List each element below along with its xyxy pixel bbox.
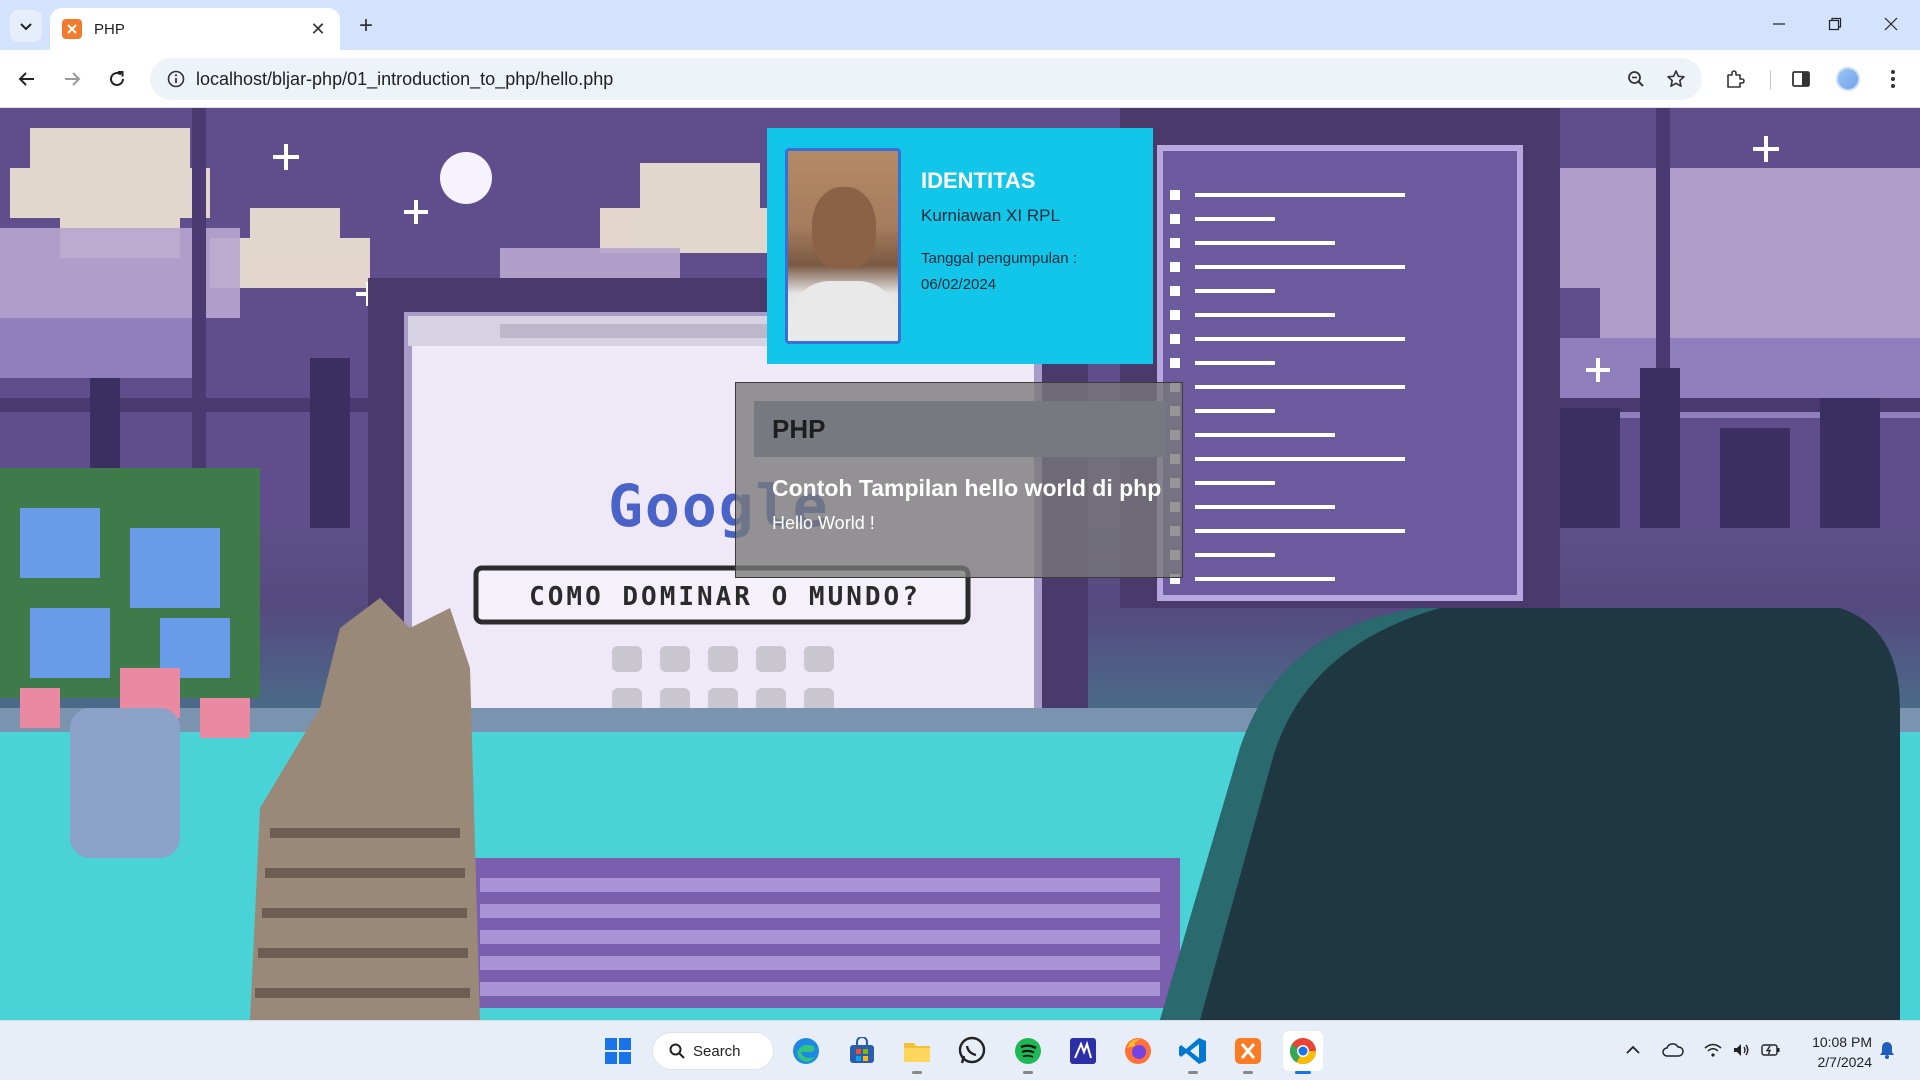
minimize-icon <box>1773 23 1785 25</box>
reload-button[interactable] <box>100 62 134 96</box>
profile-photo <box>785 148 901 344</box>
php-card-header: PHP <box>754 401 1166 457</box>
student-name: Kurniawan XI RPL <box>921 206 1060 225</box>
clock-time: 10:08 PM <box>1812 1034 1872 1050</box>
vscode-icon <box>1179 1038 1206 1064</box>
show-hidden-icons-button[interactable] <box>1618 1035 1648 1065</box>
taskbar-search[interactable]: Search <box>652 1032 774 1070</box>
submission-date-label: Tanggal pengumpulan : <box>921 250 1077 267</box>
cloud-icon <box>1662 1043 1684 1057</box>
battery-charging-icon <box>1761 1044 1780 1056</box>
whatsapp-icon <box>958 1036 986 1064</box>
puzzle-icon <box>1727 70 1745 88</box>
photo-shirt-shape <box>790 281 898 341</box>
arrow-right-icon <box>65 72 81 86</box>
store-app[interactable] <box>842 1031 882 1071</box>
bookmark-star-icon[interactable] <box>1656 59 1696 99</box>
spotify-icon <box>1015 1038 1041 1064</box>
identitas-card: IDENTITAS Kurniawan XI RPL Tanggal pengu… <box>767 128 1153 364</box>
submission-date: 06/02/2024 <box>921 276 997 293</box>
browser-toolbar: localhost/bljar-php/01_introduction_to_p… <box>0 50 1920 108</box>
chrome-icon <box>1289 1038 1317 1065</box>
running-indicator <box>1188 1071 1198 1074</box>
taskbar-clock[interactable]: 10:08 PM 2/7/2024 <box>1798 1032 1872 1072</box>
battery-button[interactable] <box>1756 1035 1786 1065</box>
running-indicator <box>912 1071 922 1074</box>
kebab-menu-icon <box>1891 70 1895 88</box>
side-panel-button[interactable] <box>1784 62 1818 96</box>
tab-title: PHP <box>94 20 125 38</box>
extensions-button[interactable] <box>1718 62 1752 96</box>
pixel-search-text: COMO DOMINAR O MUNDO? <box>529 582 921 612</box>
search-icon <box>669 1043 685 1059</box>
start-button[interactable] <box>598 1031 638 1071</box>
running-indicator <box>1243 1071 1253 1074</box>
running-indicator <box>1023 1071 1033 1074</box>
page-viewport: Google COMO DOMINAR O MUNDO? IDENTITAS K… <box>0 108 1920 1020</box>
php-card-title: Contoh Tampilan hello world di php <box>772 475 1162 501</box>
file-explorer-icon <box>904 1043 930 1062</box>
identitas-title: IDENTITAS <box>921 168 1036 193</box>
xampp-icon <box>1235 1038 1261 1064</box>
volume-button[interactable] <box>1726 1035 1756 1065</box>
tab-search-button[interactable] <box>10 10 42 42</box>
side-panel-icon <box>1792 71 1810 87</box>
avatar <box>1836 67 1860 91</box>
address-bar[interactable]: localhost/bljar-php/01_introduction_to_p… <box>150 58 1702 100</box>
xampp-app[interactable] <box>1228 1031 1268 1074</box>
firefox-icon <box>1125 1038 1151 1064</box>
running-indicator <box>1295 1071 1311 1074</box>
tab-strip: PHP ✕ + <box>0 0 1920 50</box>
windows-taskbar: Search 10:08 PM 2/7/2024 <box>0 1020 1920 1080</box>
wifi-icon <box>1704 1043 1722 1057</box>
notifications-button[interactable] <box>1872 1035 1902 1065</box>
spotify-app[interactable] <box>1008 1031 1048 1074</box>
php-card: PHP Contoh Tampilan hello world di php H… <box>735 382 1183 578</box>
new-tab-button[interactable]: + <box>352 12 380 40</box>
close-icon <box>1884 17 1898 31</box>
url-text[interactable]: localhost/bljar-php/01_introduction_to_p… <box>196 69 1616 90</box>
back-button[interactable] <box>10 62 44 96</box>
xampp-favicon-icon <box>62 19 82 39</box>
speaker-icon <box>1734 1044 1749 1056</box>
visual-studio-app[interactable] <box>1063 1031 1103 1071</box>
onedrive-button[interactable] <box>1658 1035 1688 1065</box>
arrow-left-icon <box>18 72 34 86</box>
edge-app[interactable] <box>786 1031 826 1071</box>
wifi-button[interactable] <box>1698 1035 1728 1065</box>
taskbar-search-label: Search <box>693 1042 741 1060</box>
edge-icon <box>793 1038 819 1064</box>
tab-close-icon[interactable]: ✕ <box>308 19 328 39</box>
bell-icon <box>1880 1042 1894 1059</box>
vscode-app[interactable] <box>1173 1031 1213 1074</box>
browser-tab-php[interactable]: PHP ✕ <box>50 8 340 50</box>
chair-shape <box>1160 608 1900 1020</box>
forward-button[interactable] <box>55 62 89 96</box>
profile-button[interactable] <box>1831 62 1865 96</box>
site-info-icon[interactable] <box>156 70 196 88</box>
zoom-icon[interactable] <box>1616 59 1656 99</box>
photo-face-shape <box>812 187 876 269</box>
chevron-up-icon <box>1626 1045 1640 1054</box>
file-explorer-app[interactable] <box>897 1031 937 1074</box>
reload-icon <box>110 71 124 86</box>
restore-button[interactable] <box>1812 8 1858 40</box>
start-icon <box>605 1038 631 1064</box>
whatsapp-app[interactable] <box>952 1031 992 1071</box>
chevron-down-icon <box>20 23 32 31</box>
minimize-button[interactable] <box>1756 8 1802 40</box>
firefox-app[interactable] <box>1118 1031 1158 1071</box>
chrome-menu-button[interactable] <box>1876 62 1910 96</box>
hello-world-text: Hello World ! <box>772 513 875 533</box>
chrome-app[interactable] <box>1283 1031 1323 1074</box>
vscode-alt-icon <box>1070 1038 1096 1064</box>
moon-shape <box>440 152 492 204</box>
store-icon <box>850 1037 874 1063</box>
restore-icon <box>1828 17 1842 31</box>
close-window-button[interactable] <box>1868 8 1914 40</box>
toolbar-divider <box>1770 70 1771 90</box>
clock-date: 2/7/2024 <box>1817 1054 1873 1070</box>
